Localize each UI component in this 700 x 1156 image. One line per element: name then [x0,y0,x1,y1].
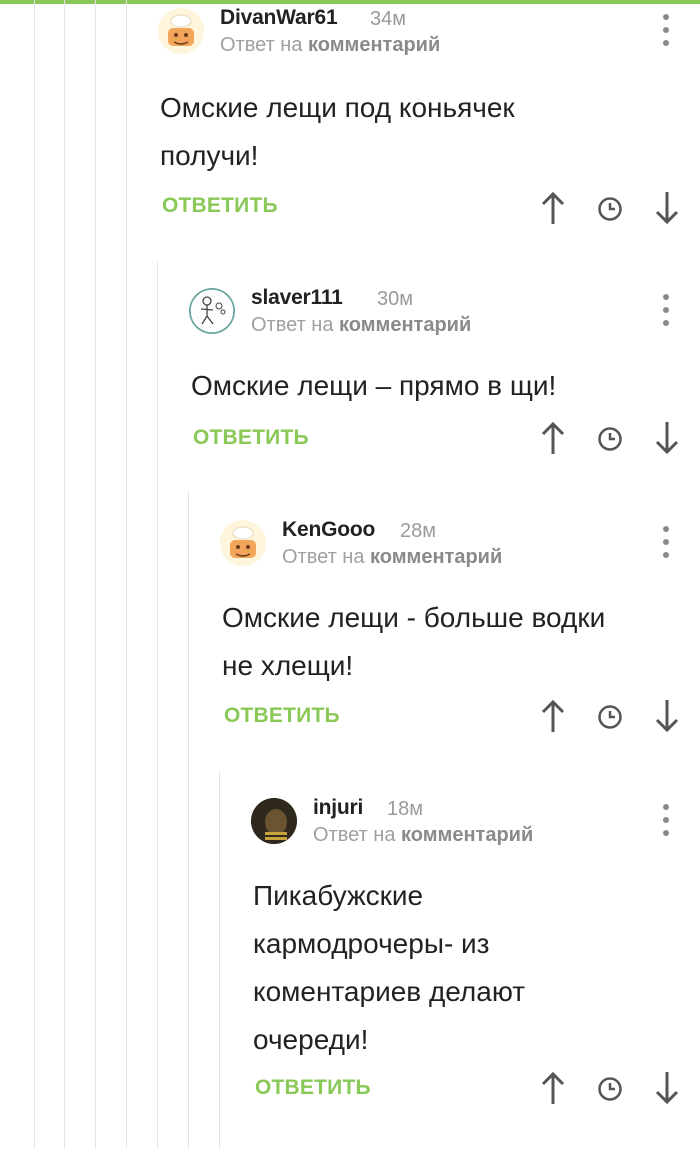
comment-author[interactable]: DivanWar61 [220,6,338,30]
comment-time: 30м [377,288,413,310]
clock-icon[interactable] [597,196,623,222]
comment-text-line: кармодрочеры- из [253,928,490,959]
comment-text: Омские лещи – прямо в щи! [191,362,556,410]
comment-time: 34м [370,8,406,30]
reply-to-prefix: Ответ на [313,824,396,846]
vote-actions [540,418,680,458]
chef-avatar-icon [158,8,204,54]
comment-text-line: получи! [160,140,259,171]
reply-to: Ответ на комментарий [220,34,440,57]
comment-menu-button[interactable] [662,294,670,326]
reply-to: Ответ на комментарий [251,314,471,337]
comment-time: 18м [387,798,423,820]
comment-menu-button[interactable] [662,526,670,558]
reply-to-prefix: Ответ на [282,546,365,568]
comment-text-line: очереди! [253,1024,369,1055]
comment-text-line: Омские лещи под коньячек [160,92,515,123]
comment-menu-button[interactable] [662,804,670,836]
reply-button[interactable]: ОТВЕТИТЬ [193,426,309,450]
reply-to-link[interactable]: комментарий [339,314,471,336]
arrow-down-icon[interactable] [654,188,680,228]
thread-line[interactable] [219,772,220,1148]
thread-line [95,0,96,1148]
comment-author[interactable]: KenGooo [282,518,375,542]
thread-line[interactable] [188,492,189,1148]
avatar[interactable] [189,288,235,334]
comment-time: 28м [400,520,436,542]
avatar[interactable] [251,798,297,844]
comment: injuri 18м Ответ на комментарий Пикабужс… [251,796,700,1118]
reply-button[interactable]: ОТВЕТИТЬ [255,1076,371,1100]
vote-actions [540,696,680,736]
comment: DivanWar61 34м Ответ на комментарий Омск… [158,6,700,238]
thread-line[interactable] [157,262,158,1148]
comment-author[interactable]: slaver111 [251,286,343,310]
clock-icon[interactable] [597,1076,623,1102]
avatar[interactable] [220,520,266,566]
clock-icon[interactable] [597,426,623,452]
clock-icon[interactable] [597,704,623,730]
comment-text-line: не хлещи! [222,650,354,681]
comment-text: Омские лещи - больше водки не хлещи! [222,594,605,690]
reply-to-prefix: Ответ на [220,34,303,56]
comment: slaver111 30м Ответ на комментарий Омски… [189,286,700,468]
arrow-up-icon[interactable] [540,1068,566,1108]
vote-actions [540,188,680,228]
reply-to: Ответ на комментарий [282,546,502,569]
comment-author[interactable]: injuri [313,796,363,820]
reply-button[interactable]: ОТВЕТИТЬ [224,704,340,728]
reply-to-link[interactable]: комментарий [401,824,533,846]
arrow-down-icon[interactable] [654,1068,680,1108]
comment-text-line: Омские лещи – прямо в щи! [191,370,557,401]
reply-to-link[interactable]: комментарий [370,546,502,568]
comment-text-line: коментариев делают [253,976,526,1007]
arrow-up-icon[interactable] [540,418,566,458]
comment-text: Пикабужские кармодрочеры- из коментариев… [253,872,525,1064]
comment-text-line: Пикабужские [253,880,424,911]
avatar[interactable] [158,8,204,54]
comment-menu-button[interactable] [662,14,670,46]
reply-to: Ответ на комментарий [313,824,533,847]
comment-text: Омские лещи под коньячек получи! [160,84,515,180]
arrow-up-icon[interactable] [540,188,566,228]
arrow-up-icon[interactable] [540,696,566,736]
stickman-avatar-icon [189,288,235,334]
top-accent-bar [0,0,700,4]
thread-line [126,0,127,1148]
comment-text-line: Омские лещи - больше водки [222,602,606,633]
reply-button[interactable]: ОТВЕТИТЬ [162,194,278,218]
arrow-down-icon[interactable] [654,418,680,458]
vote-actions [540,1068,680,1108]
reply-to-link[interactable]: комментарий [308,34,440,56]
comment: KenGooo 28м Ответ на комментарий Омские … [220,518,700,750]
thread-line [64,0,65,1148]
photo-avatar-icon [251,798,297,844]
arrow-down-icon[interactable] [654,696,680,736]
thread-line [34,0,35,1148]
reply-to-prefix: Ответ на [251,314,334,336]
chef-avatar-icon [220,520,266,566]
